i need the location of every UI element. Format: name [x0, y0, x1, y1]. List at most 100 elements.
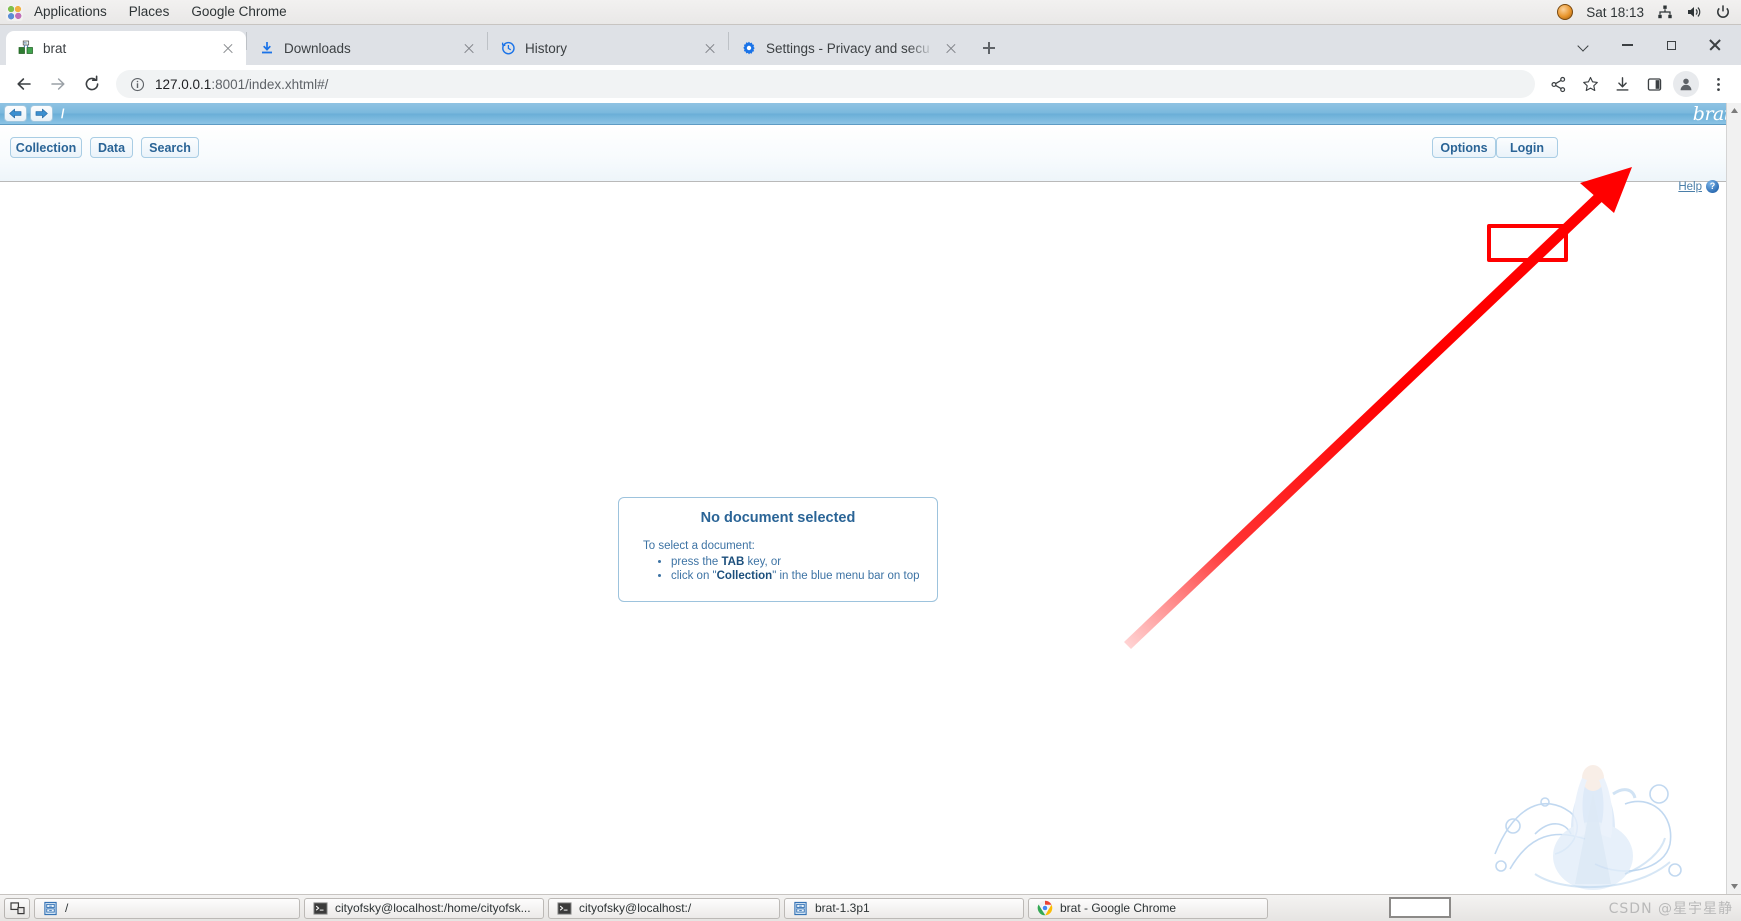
scroll-up-arrow-icon[interactable]: [1727, 103, 1741, 118]
login-button[interactable]: Login: [1496, 137, 1558, 158]
list-item: click on "Collection" in the blue menu b…: [671, 570, 937, 582]
applications-logo-icon: [6, 3, 23, 21]
desktop-wallpaper-artwork: [1494, 765, 1682, 890]
chrome-menu-button[interactable]: [1703, 69, 1733, 99]
back-button[interactable]: [8, 68, 40, 100]
show-desktop-button[interactable]: [4, 897, 30, 919]
minimize-button[interactable]: [1605, 28, 1649, 62]
tab-brat[interactable]: Th brat: [6, 31, 246, 65]
brat-back-arrow-button[interactable]: [4, 105, 27, 122]
annotation-highlight-rect: [1487, 224, 1568, 262]
panel-clock[interactable]: Sat 18:13: [1586, 5, 1644, 20]
item-strong-text: TAB: [721, 556, 745, 568]
brat-menu-row: Collection Data Search Options Login Hel…: [0, 125, 1741, 193]
power-icon[interactable]: [1715, 4, 1731, 20]
tab-title: Settings - Privacy and secu: [766, 40, 930, 56]
scroll-down-arrow-icon[interactable]: [1727, 879, 1741, 894]
tab-close-icon[interactable]: [220, 40, 236, 56]
item-post-text: " in the blue menu bar on top: [772, 570, 920, 582]
maximize-button[interactable]: [1649, 28, 1693, 62]
show-desktop-icon: [9, 901, 25, 914]
item-pre-text: press the: [671, 556, 722, 568]
chrome-icon: [1037, 900, 1053, 916]
taskbar-item-chrome[interactable]: brat - Google Chrome: [1028, 897, 1268, 919]
share-button[interactable]: [1543, 69, 1573, 99]
terminal-icon: [557, 901, 572, 915]
address-bar[interactable]: 127.0.0.1:8001/index.xhtml#/: [116, 70, 1535, 98]
forward-button[interactable]: [42, 68, 74, 100]
taskbar-item-label: brat-1.3p1: [815, 901, 870, 915]
tab-downloads[interactable]: Downloads: [247, 31, 487, 65]
info-circle-icon[interactable]: [130, 77, 145, 92]
side-panel-icon: [1647, 77, 1661, 91]
file-manager-icon: [44, 901, 57, 915]
tab-close-icon[interactable]: [461, 40, 477, 56]
help-link[interactable]: Help ?: [1678, 180, 1719, 193]
page-scrollbar[interactable]: [1726, 103, 1741, 894]
no-document-title: No document selected: [700, 510, 856, 526]
taskbar-item-label: brat - Google Chrome: [1060, 901, 1177, 915]
taskbar-item-terminal-root[interactable]: cityofsky@localhost:/: [548, 897, 780, 919]
data-button[interactable]: Data: [90, 137, 133, 158]
item-pre-text: click on ": [671, 570, 717, 582]
taskbar-item-terminal-home[interactable]: cityofsky@localhost:/home/cityofsk...: [304, 897, 544, 919]
tab-settings[interactable]: Settings - Privacy and secu: [729, 31, 969, 65]
url-text: 127.0.0.1:8001/index.xhtml#/: [155, 77, 328, 92]
workspace-switcher[interactable]: [1389, 897, 1451, 918]
taskbar-item-label: cityofsky@localhost:/home/cityofsk...: [335, 901, 531, 915]
tab-title: Downloads: [284, 40, 351, 56]
tab-close-icon[interactable]: [943, 40, 959, 56]
tab-close-icon[interactable]: [702, 40, 718, 56]
share-icon: [1550, 76, 1565, 92]
downloads-icon: [1616, 76, 1628, 91]
taskbar-item-file-manager-root[interactable]: /: [34, 897, 300, 919]
close-icon: [1709, 39, 1721, 51]
taskbar-item-label: /: [65, 901, 69, 915]
taskbar-item-label: cityofsky@localhost:/: [579, 901, 692, 915]
no-document-instructions: press the TAB key, or click on "Collecti…: [619, 556, 937, 582]
settings-gear-icon: [743, 41, 755, 55]
search-button[interactable]: Search: [141, 137, 199, 158]
help-label: Help: [1678, 180, 1702, 193]
chrome-toolbar: 127.0.0.1:8001/index.xhtml#/: [0, 65, 1741, 103]
window-controls: [1561, 25, 1741, 65]
taskbar-item-brat-folder[interactable]: brat-1.3p1: [784, 897, 1024, 919]
chrome-window: Th brat Downloads History Settings - Pri…: [0, 25, 1741, 894]
brat-forward-arrow-button[interactable]: [30, 105, 53, 122]
taskbar-watermark: CSDN @星宇星静: [1608, 901, 1733, 917]
brat-forward-arrow-icon: [35, 108, 48, 119]
help-question-icon: ?: [1706, 180, 1719, 193]
volume-icon[interactable]: [1686, 4, 1702, 20]
network-icon[interactable]: [1657, 4, 1673, 20]
menu-google-chrome[interactable]: Google Chrome: [180, 0, 297, 24]
tab-history[interactable]: History: [488, 31, 728, 65]
brat-back-arrow-icon: [9, 108, 22, 119]
back-arrow-icon: [17, 78, 31, 90]
no-document-panel: No document selected To select a documen…: [618, 497, 938, 602]
tab-search-button[interactable]: [1561, 28, 1605, 62]
downloads-button[interactable]: [1607, 69, 1637, 99]
options-button[interactable]: Options: [1432, 137, 1496, 158]
gnome-panel-right: Sat 18:13: [1557, 4, 1741, 20]
gnome-panel-left: Applications Places Google Chrome: [0, 0, 298, 24]
bookmark-button[interactable]: [1575, 69, 1605, 99]
url-path: :8001/index.xhtml#/: [211, 76, 329, 92]
desktop-taskbar: / cityofsky@localhost:/home/cityofsk... …: [0, 894, 1741, 921]
user-orb-icon[interactable]: [1557, 4, 1574, 20]
brat-page: / brat Collection Data Search Options Lo…: [0, 103, 1741, 894]
bookmark-star-icon: [1582, 76, 1598, 91]
url-host: 127.0.0.1: [155, 76, 212, 92]
close-window-button[interactable]: [1693, 28, 1737, 62]
menu-places[interactable]: Places: [118, 0, 181, 24]
reload-button[interactable]: [76, 68, 108, 100]
menu-applications[interactable]: Applications: [23, 0, 118, 24]
side-panel-button[interactable]: [1639, 69, 1669, 99]
profile-button[interactable]: [1671, 69, 1701, 99]
collection-button[interactable]: Collection: [10, 137, 82, 158]
new-tab-button[interactable]: [975, 34, 1003, 62]
toolbar-icons: [1543, 69, 1733, 99]
brat-favicon: Th: [18, 40, 33, 54]
maximize-icon: [1666, 40, 1676, 50]
chevron-down-icon: [1578, 42, 1589, 49]
brat-blue-navbar: / brat: [0, 103, 1741, 125]
